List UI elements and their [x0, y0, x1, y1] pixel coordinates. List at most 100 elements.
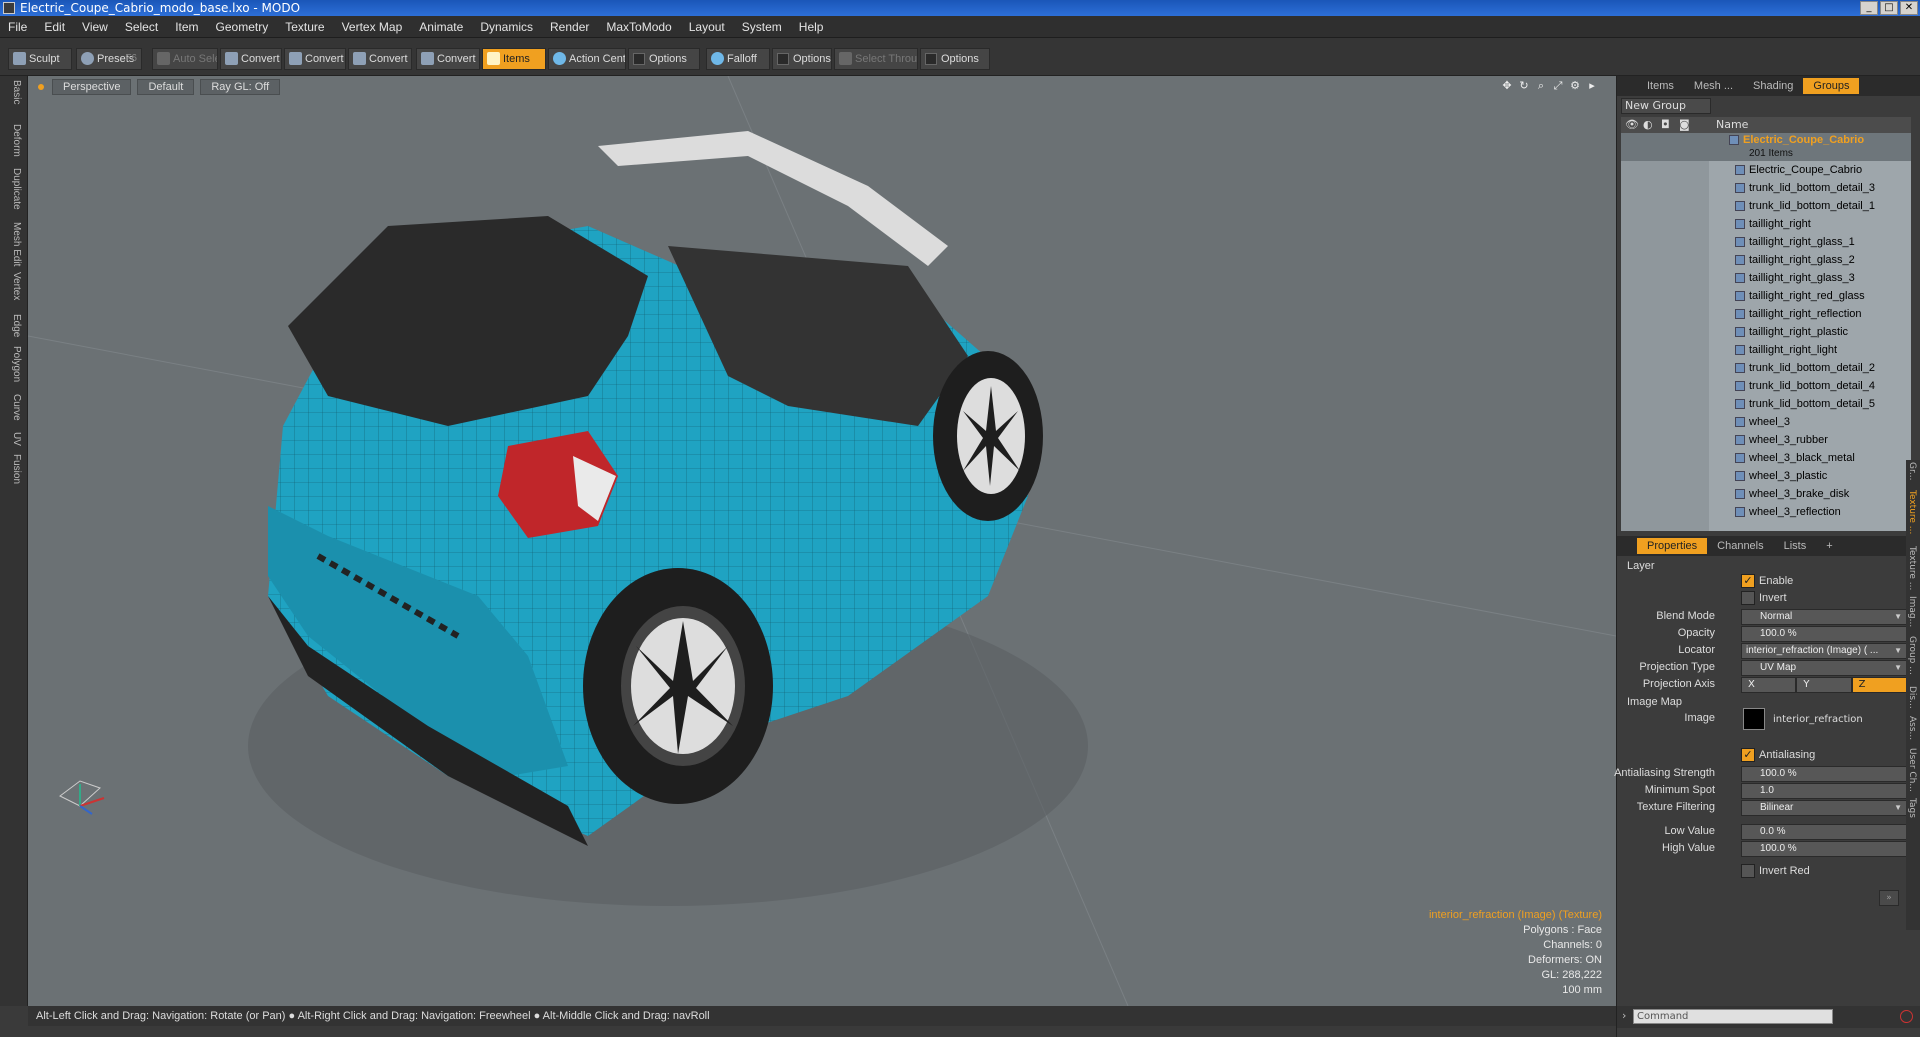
list-item[interactable]: taillight_right_glass_1 [1621, 233, 1911, 251]
zoom-icon[interactable]: ⌕ [1535, 80, 1547, 92]
aa-strength-field[interactable]: 100.0 % [1741, 766, 1907, 782]
list-item[interactable]: wheel_3 [1621, 413, 1911, 431]
falloff-button[interactable]: Falloff [706, 48, 770, 70]
close-button[interactable]: ✕ [1900, 1, 1918, 15]
minimize-button[interactable]: _ [1860, 1, 1878, 15]
3d-viewport[interactable]: Perspective Default Ray GL: Off ✥ ↻ ⌕ ⤢ … [28, 76, 1616, 1006]
options-button-2[interactable]: Options [772, 48, 832, 70]
tab-items[interactable]: Items [1637, 78, 1684, 94]
side-tab-2[interactable]: Texture ... [1907, 546, 1917, 590]
group-row[interactable]: Electric_Coupe_Cabrio 201 Items [1621, 133, 1911, 161]
list-item[interactable]: trunk_lid_bottom_detail_2 [1621, 359, 1911, 377]
axis-y-button[interactable]: Y [1796, 677, 1852, 693]
list-item[interactable]: trunk_lid_bottom_detail_3 [1621, 179, 1911, 197]
list-item[interactable]: taillight_right_light [1621, 341, 1911, 359]
new-group-button[interactable]: New Group [1621, 98, 1711, 114]
menu-dynamics[interactable]: Dynamics [480, 20, 533, 34]
list-item[interactable]: trunk_lid_bottom_detail_4 [1621, 377, 1911, 395]
axis-x-button[interactable]: X [1741, 677, 1797, 693]
tab-polygon[interactable]: Polygon [6, 346, 22, 382]
menu-maxtomodo[interactable]: MaxToModo [606, 20, 671, 34]
low-value-field[interactable]: 0.0 % [1741, 824, 1907, 840]
locator-dropdown[interactable]: interior_refraction (Image) ( ... [1741, 643, 1907, 659]
list-item[interactable]: wheel_3_rubber [1621, 431, 1911, 449]
tab-edge[interactable]: Edge [6, 314, 22, 337]
tab-deform[interactable]: Deform [6, 124, 22, 157]
list-item[interactable]: taillight_right [1621, 215, 1911, 233]
tab-properties[interactable]: Properties [1637, 538, 1708, 554]
items-mode-button[interactable]: Items [482, 48, 546, 70]
list-item[interactable]: taillight_right_plastic [1621, 323, 1911, 341]
fit-icon[interactable]: ⤢ [1552, 80, 1564, 92]
options-button-3[interactable]: Options [920, 48, 990, 70]
menu-help[interactable]: Help [799, 20, 824, 34]
tab-uv[interactable]: UV [6, 432, 22, 446]
convert-button-4[interactable]: Convert [416, 48, 480, 70]
texture-filtering-dropdown[interactable]: Bilinear [1741, 800, 1907, 816]
record-icon[interactable] [1900, 1010, 1913, 1023]
side-tab-5[interactable]: Dis... [1907, 686, 1917, 709]
expand-arrow-icon[interactable]: ▸ [1586, 80, 1598, 92]
view-type-dropdown[interactable]: Perspective [52, 79, 132, 95]
side-tab-1[interactable]: Texture ... [1907, 490, 1917, 534]
select-through-button[interactable]: Select Through [834, 48, 918, 70]
tab-mesh[interactable]: Mesh ... [1684, 78, 1743, 94]
axis-z-button[interactable]: Z [1851, 677, 1907, 693]
side-tab-3[interactable]: Imag... [1907, 596, 1917, 627]
enable-checkbox[interactable]: ✓ [1741, 574, 1755, 588]
projection-type-dropdown[interactable]: UV Map [1741, 660, 1907, 676]
command-input[interactable]: Command [1633, 1009, 1833, 1024]
tab-mesh-edit[interactable]: Mesh Edit [6, 222, 22, 266]
list-item[interactable]: taillight_right_red_glass [1621, 287, 1911, 305]
tab-channels[interactable]: Channels [1707, 538, 1773, 554]
action-center-button[interactable]: Action Center [548, 48, 626, 70]
image-selector[interactable]: interior_refraction [1617, 708, 1907, 734]
add-tab-icon[interactable]: + [1816, 538, 1842, 554]
list-item[interactable]: trunk_lid_bottom_detail_5 [1621, 395, 1911, 413]
maximize-button[interactable]: □ [1880, 1, 1898, 15]
menu-geometry[interactable]: Geometry [216, 20, 269, 34]
list-item[interactable]: Electric_Coupe_Cabrio [1621, 161, 1911, 179]
antialiasing-checkbox[interactable]: ✓ [1741, 748, 1755, 762]
list-item[interactable]: wheel_3_black_metal [1621, 449, 1911, 467]
menu-file[interactable]: File [8, 20, 27, 34]
options-button-1[interactable]: Options [628, 48, 700, 70]
list-item[interactable]: taillight_right_glass_2 [1621, 251, 1911, 269]
menu-texture[interactable]: Texture [285, 20, 324, 34]
invert-checkbox[interactable] [1741, 591, 1755, 605]
menu-vertex-map[interactable]: Vertex Map [342, 20, 403, 34]
tab-vertex[interactable]: Vertex [6, 272, 22, 300]
list-item[interactable]: wheel_3_brake_disk [1621, 485, 1911, 503]
expand-more-button[interactable]: » [1879, 890, 1899, 906]
side-tab-6[interactable]: Ass... [1907, 716, 1917, 740]
auto-select-button[interactable]: Auto Select [152, 48, 218, 70]
rotate-icon[interactable]: ↻ [1518, 80, 1530, 92]
section-layer[interactable]: Layer [1627, 560, 1655, 572]
menu-system[interactable]: System [742, 20, 782, 34]
side-tab-8[interactable]: Tags [1907, 798, 1917, 818]
tab-shading[interactable]: Shading [1743, 78, 1803, 94]
tab-fusion[interactable]: Fusion [6, 454, 22, 484]
menu-item[interactable]: Item [175, 20, 198, 34]
section-image-map[interactable]: Image Map [1627, 696, 1682, 708]
convert-button-3[interactable]: Convert [348, 48, 412, 70]
name-column-header[interactable]: Name [1716, 117, 1748, 133]
list-item[interactable]: taillight_right_glass_3 [1621, 269, 1911, 287]
menu-select[interactable]: Select [125, 20, 158, 34]
menu-view[interactable]: View [82, 20, 108, 34]
list-item[interactable]: wheel_3_plastic [1621, 467, 1911, 485]
presets-button[interactable]: Presets F6 [76, 48, 142, 70]
list-item[interactable]: taillight_right_reflection [1621, 305, 1911, 323]
raygl-toggle[interactable]: Ray GL: Off [200, 79, 281, 95]
tab-duplicate[interactable]: Duplicate [6, 168, 22, 210]
tab-basic[interactable]: Basic [6, 80, 22, 104]
side-tab-7[interactable]: User Ch... [1907, 748, 1917, 792]
opacity-field[interactable]: 100.0 % [1741, 626, 1907, 642]
sculpt-button[interactable]: Sculpt [8, 48, 72, 70]
tab-groups[interactable]: Groups [1803, 78, 1860, 94]
tab-curve[interactable]: Curve [6, 394, 22, 421]
pan-icon[interactable]: ✥ [1501, 80, 1513, 92]
menu-layout[interactable]: Layout [689, 20, 725, 34]
shading-dropdown[interactable]: Default [137, 79, 195, 95]
gear-icon[interactable]: ⚙ [1569, 80, 1581, 92]
